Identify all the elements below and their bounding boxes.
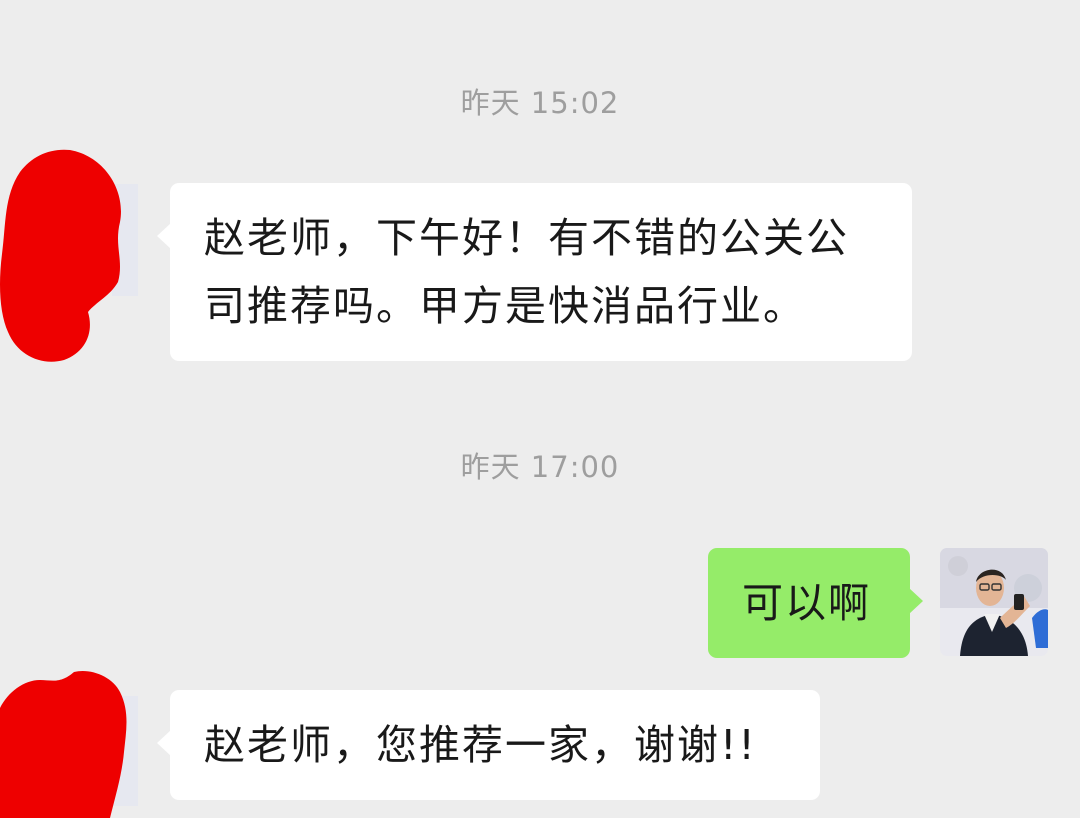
avatar-photo-icon [940,548,1048,656]
message-bubble-incoming[interactable]: 赵老师，下午好！有不错的公关公司推荐吗。甲方是快消品行业。 [157,183,912,361]
timestamp: 昨天 17:00 [460,450,620,484]
message-text: 赵老师，下午好！有不错的公关公司推荐吗。甲方是快消品行业。 [204,214,849,330]
timestamp: 昨天 15:02 [460,86,620,120]
message-bubble-outgoing[interactable]: 可以啊 [708,548,923,658]
redacted-avatar-icon[interactable] [0,146,140,368]
user-photo-avatar[interactable] [940,548,1048,656]
message-bubble-incoming[interactable]: 赵老师，您推荐一家，谢谢!! [157,690,820,800]
redacted-avatar-icon[interactable] [0,668,140,818]
message-text: 赵老师，您推荐一家，谢谢!! [204,721,757,769]
message-text: 可以啊 [742,579,871,627]
